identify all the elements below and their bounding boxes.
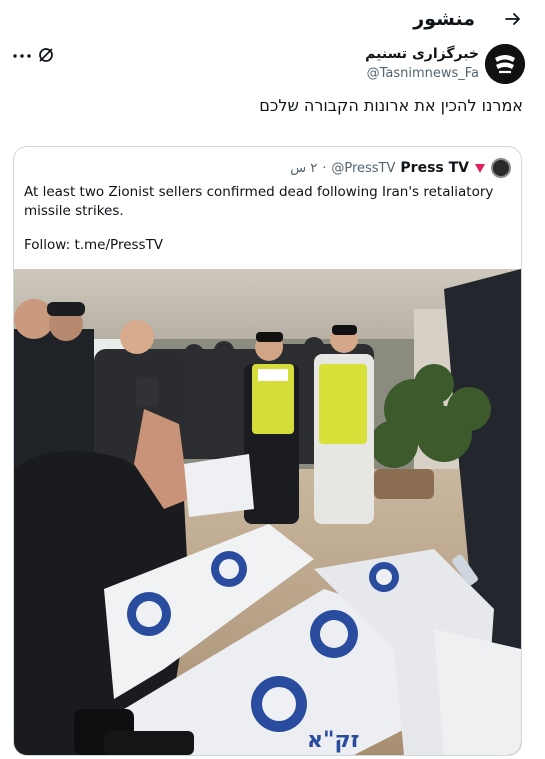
page-title: منشور: [413, 8, 475, 30]
more-options-icon[interactable]: [12, 48, 32, 64]
separator-dot: ·: [322, 160, 327, 176]
quoted-post-card[interactable]: Press TV @PressTV · ۲ س At least two Zio…: [13, 146, 522, 756]
author-name[interactable]: خبرگزاری تسنیم: [365, 46, 479, 62]
grok-icon[interactable]: [36, 45, 56, 65]
top-bar: منشور: [0, 0, 545, 40]
quoted-post-time[interactable]: ۲ س: [290, 161, 317, 176]
post-author-row: خبرگزاری تسنیم @Tasnimnews_Fa: [0, 40, 545, 86]
verified-badge-icon: [475, 164, 485, 173]
post-photo[interactable]: זק"א: [14, 269, 521, 755]
author-handle[interactable]: @Tasnimnews_Fa: [367, 66, 479, 81]
quoted-avatar[interactable]: [491, 158, 511, 178]
quoted-post-text: At least two Zionist sellers confirmed d…: [24, 184, 494, 219]
quoted-author-name[interactable]: Press TV: [400, 160, 469, 176]
bag-label: זק"א: [307, 728, 360, 753]
arrow-right-icon[interactable]: [503, 9, 523, 29]
quoted-post-follow-line: Follow: t.me/PressTV: [24, 237, 164, 253]
avatar[interactable]: [485, 44, 525, 84]
quoted-post-header: Press TV @PressTV · ۲ س: [290, 157, 511, 179]
badge-triangle: [475, 164, 485, 173]
quoted-author-handle[interactable]: @PressTV: [331, 161, 395, 176]
post-text: אמרנו להכין את ארונות הקבורה שלכם: [259, 96, 523, 115]
